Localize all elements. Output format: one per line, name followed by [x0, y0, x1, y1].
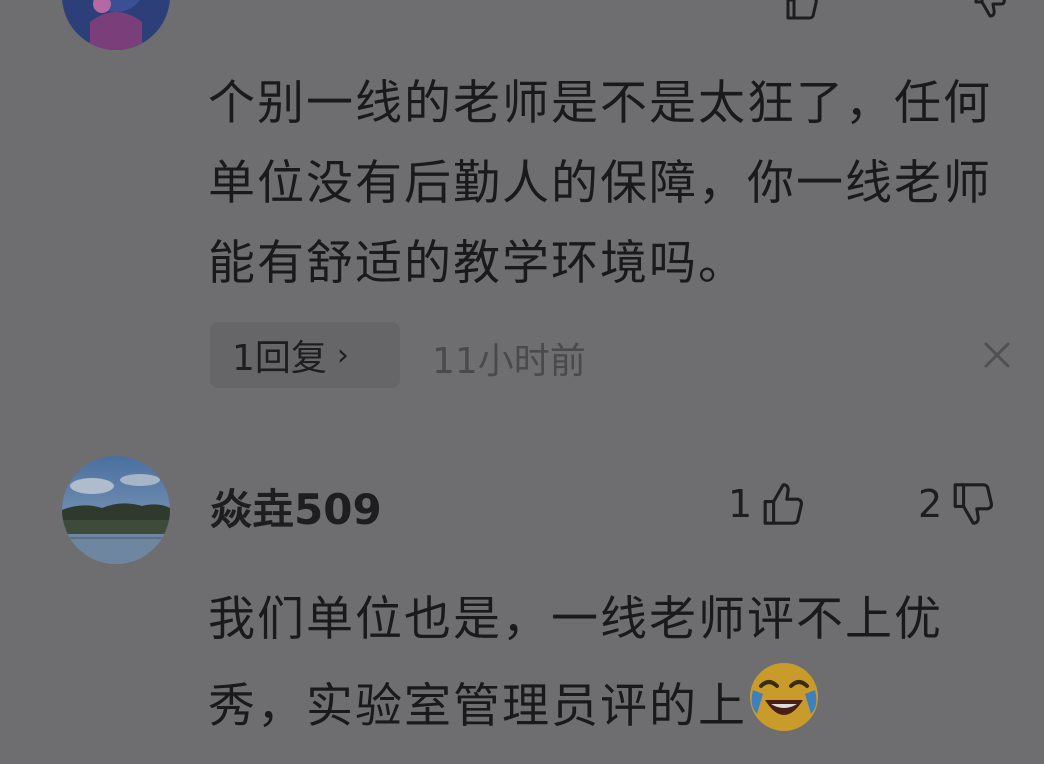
avatar[interactable] — [62, 456, 170, 564]
close-button[interactable] — [982, 340, 1012, 374]
reply-count-label: 1回复 — [232, 338, 327, 379]
username[interactable]: 焱垚509 — [210, 476, 382, 537]
comment-text-content: 我们单位也是，一线老师评不上优秀，实验室管理员评的上 — [208, 592, 943, 734]
landscape-avatar — [62, 456, 170, 564]
dislike-button[interactable]: 2 — [918, 480, 996, 528]
avatar[interactable] — [62, 0, 170, 50]
like-button[interactable]: 1 — [728, 480, 806, 528]
timestamp: 11小时前 — [432, 341, 586, 382]
comment-feed: 个别一线的老师是不是太狂了，任何单位没有后勤人的保障，你一线老师能有舒适的教学环… — [0, 0, 1044, 764]
comment-text: 个别一线的老师是不是太狂了，任何单位没有后勤人的保障，你一线老师能有舒适的教学环… — [208, 76, 992, 291]
like-count: 1 — [728, 482, 753, 526]
close-icon — [984, 342, 1010, 368]
comment-text: 我们单位也是，一线老师评不上优秀，实验室管理员评的上 — [208, 580, 1028, 747]
avatar-icon — [62, 0, 170, 50]
thumbs-up-icon — [763, 483, 804, 525]
chevron-right-icon: › — [336, 337, 349, 373]
like-button[interactable] — [780, 0, 820, 22]
dislike-count: 2 — [918, 482, 943, 526]
thumbs-down-icon — [953, 483, 994, 525]
laughing-crying-emoji — [747, 660, 821, 734]
thumbs-down-icon — [974, 0, 1006, 18]
dislike-button[interactable] — [968, 0, 1008, 20]
thumbs-up-icon — [786, 0, 818, 20]
reply-count-button[interactable]: 1回复 › — [210, 322, 400, 388]
